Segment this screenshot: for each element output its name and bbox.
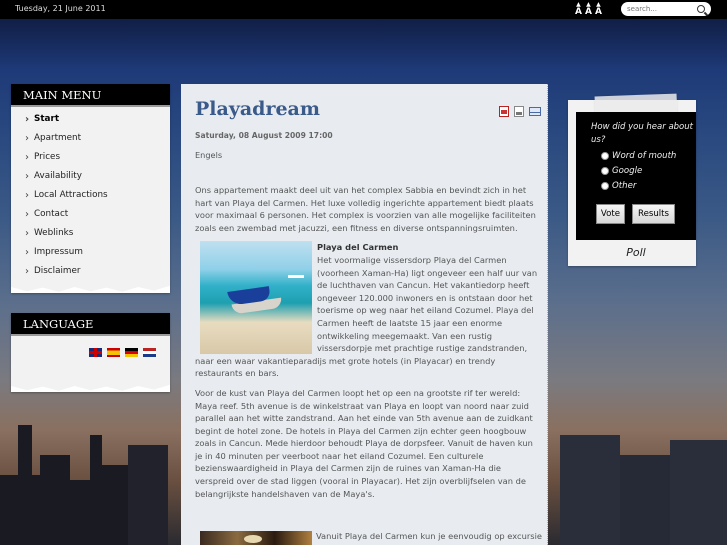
menu-item-start[interactable]: Start [11,110,170,129]
results-button[interactable]: Results [632,204,675,224]
menu-item-weblinks[interactable]: Weblinks [11,224,170,243]
search-box [621,2,711,16]
font-size-controls: ▲ A ▲ A ▲ A [575,1,611,18]
german-flag-icon[interactable] [125,348,138,357]
language-module: LANGUAGE [11,313,170,392]
search-input[interactable] [627,5,695,13]
module-torn-edge [11,380,170,391]
radio-other[interactable] [601,182,609,190]
font-size-decrease-button[interactable]: ▲ A [575,2,582,17]
article-body: Ons appartement maakt deel uit van het c… [195,184,540,507]
current-date: Tuesday, 21 June 2011 [15,4,106,13]
print-icon[interactable] [514,106,524,117]
language-flags [11,336,170,380]
language-title: LANGUAGE [11,313,170,336]
article-paragraph-4: Vanuit Playa del Carmen kun je eenvoudig… [316,531,542,541]
poll-question: How did you hear about us? [591,122,693,145]
email-icon[interactable] [529,107,541,116]
cancun-night-image [200,531,312,545]
article-paragraph-3: Voor de kust van Playa del Carmen loopt … [195,387,533,499]
module-torn-edge [11,281,170,292]
article-language: Engels [195,150,223,160]
search-icon[interactable] [697,5,705,13]
font-size-reset-button[interactable]: ▲ A [585,2,592,17]
menu-item-local-attractions[interactable]: Local Attractions [11,186,170,205]
article-tools [499,106,541,117]
article-intro: Ons appartement maakt deel uit van het c… [195,185,536,233]
vote-button[interactable]: Vote [596,204,625,224]
font-size-increase-button[interactable]: ▲ A [595,2,602,17]
poll-module: How did you hear about us? Word of mouth… [568,93,696,266]
menu-item-contact[interactable]: Contact [11,205,170,224]
poll-option-1[interactable]: Word of mouth [601,151,676,161]
pdf-icon[interactable] [499,106,509,117]
article-subheading: Playa del Carmen [317,242,399,253]
menu-item-availability[interactable]: Availability [11,167,170,186]
main-menu-title: MAIN MENU [11,84,170,107]
beach-boat-image [200,241,312,355]
menu-item-disclaimer[interactable]: Disclaimer [11,262,170,281]
main-content: Playadream Saturday, 08 August 2009 17:0… [181,84,548,545]
menu-item-apartment[interactable]: Apartment [11,129,170,148]
poll-option-2[interactable]: Google [601,166,642,176]
main-menu-module: MAIN MENU Start Apartment Prices Availab… [11,84,170,293]
poll-box: How did you hear about us? Word of mouth… [576,112,696,240]
poll-title: Poll [626,246,646,259]
menu-item-impressum[interactable]: Impressum [11,243,170,262]
dutch-flag-icon[interactable] [143,348,156,357]
radio-word-of-mouth[interactable] [601,152,609,160]
top-bar: Tuesday, 21 June 2011 ▲ A ▲ A ▲ A [0,0,727,19]
radio-google[interactable] [601,167,609,175]
main-menu-list: Start Apartment Prices Availability Loca… [11,107,170,281]
english-flag-icon[interactable] [89,348,102,357]
article-date: Saturday, 08 August 2009 17:00 [195,131,333,140]
poll-option-3[interactable]: Other [601,181,636,191]
article-title[interactable]: Playadream [195,98,320,120]
menu-item-prices[interactable]: Prices [11,148,170,167]
spanish-flag-icon[interactable] [107,348,120,357]
